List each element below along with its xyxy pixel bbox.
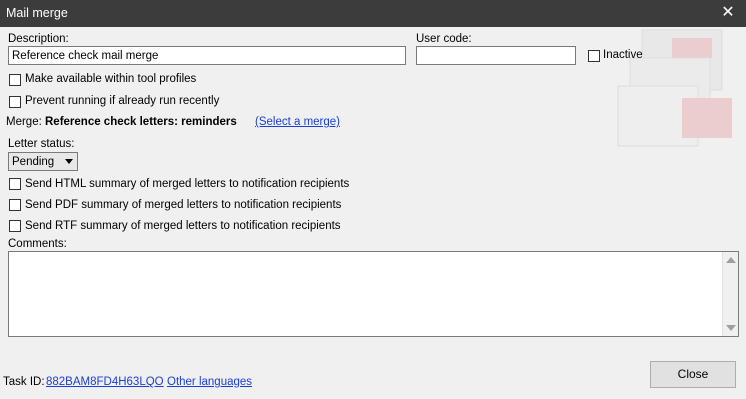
merge-prefix-label: Merge: [6,116,42,128]
prevent-running-checkbox[interactable] [9,96,21,108]
window-title: Mail merge [6,6,68,20]
description-label: Description: [8,33,69,45]
make-available-label: Make available within tool profiles [25,73,197,85]
send-pdf-label: Send PDF summary of merged letters to no… [25,199,342,211]
chevron-down-icon [65,159,73,164]
mail-envelopes-icon [617,29,732,147]
make-available-checkbox[interactable] [9,74,21,86]
comments-textarea[interactable] [8,251,739,337]
title-bar: Mail merge ✕ [0,0,746,27]
send-html-checkbox[interactable] [9,178,21,190]
prevent-running-label: Prevent running if already run recently [25,95,220,107]
letter-status-value: Pending [12,156,55,168]
close-icon[interactable]: ✕ [718,3,738,23]
scroll-down-icon[interactable] [726,325,736,331]
send-rtf-checkbox[interactable] [9,220,21,232]
task-id-label: Task ID: [3,376,45,388]
select-merge-link[interactable]: (Select a merge) [255,116,340,128]
task-id-link[interactable]: 882BAM8FD4H63LQO [46,376,164,388]
comments-scrollbar[interactable] [722,252,738,336]
user-code-label: User code: [416,33,472,45]
inactive-label: Inactive [603,49,643,61]
comments-label: Comments: [8,238,67,250]
send-rtf-label: Send RTF summary of merged letters to no… [25,220,341,232]
other-languages-link[interactable]: Other languages [167,376,252,388]
letter-status-select[interactable]: Pending [8,152,78,171]
scroll-up-icon[interactable] [726,257,736,263]
inactive-checkbox[interactable] [588,50,600,62]
letter-status-label: Letter status: [8,138,75,150]
send-pdf-checkbox[interactable] [9,199,21,211]
merge-name: Reference check letters: reminders [45,116,237,128]
close-button[interactable]: Close [650,361,736,388]
description-field[interactable]: Reference check mail merge [8,46,406,65]
send-html-label: Send HTML summary of merged letters to n… [25,178,350,190]
user-code-field[interactable] [416,46,576,65]
